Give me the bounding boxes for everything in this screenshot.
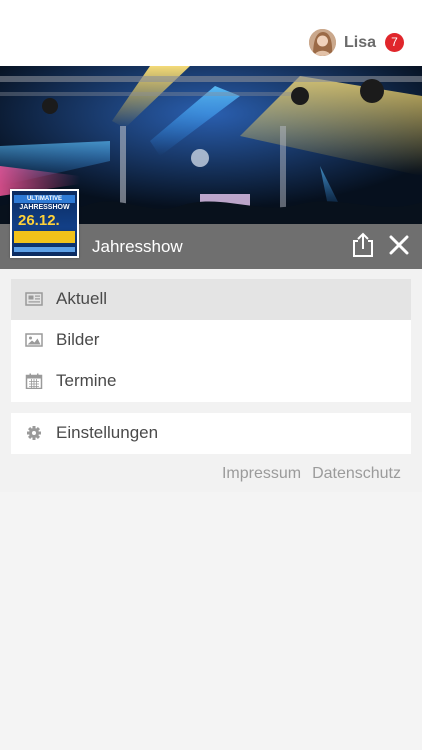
user-profile[interactable]: Lisa 7 bbox=[308, 29, 404, 56]
datenschutz-link[interactable]: Datenschutz bbox=[312, 465, 401, 483]
share-icon[interactable] bbox=[351, 232, 375, 258]
notification-badge[interactable]: 7 bbox=[385, 33, 404, 52]
menu-item-termine[interactable]: Termine bbox=[11, 361, 411, 402]
impressum-link[interactable]: Impressum bbox=[222, 465, 301, 483]
event-title: Jahresshow bbox=[92, 237, 183, 256]
poster-date: 26.12. bbox=[18, 212, 60, 229]
menu-item-bilder[interactable]: Bilder bbox=[11, 320, 411, 361]
footer-links: Impressum Datenschutz bbox=[211, 465, 401, 483]
event-menu: Aktuell Bilder Termine bbox=[11, 279, 411, 402]
menu-item-label: Termine bbox=[56, 371, 117, 390]
image-icon bbox=[25, 332, 43, 348]
top-bar: Lisa 7 bbox=[0, 0, 422, 66]
poster-line2: JAHRESSHOW bbox=[19, 204, 70, 211]
user-name[interactable]: Lisa bbox=[344, 34, 376, 52]
poster-footer-band bbox=[14, 247, 75, 252]
avatar[interactable] bbox=[308, 29, 336, 56]
newspaper-icon bbox=[25, 291, 43, 307]
event-poster-thumbnail[interactable]: ULTIMATIVE JAHRESSHOW 26.12. bbox=[10, 189, 79, 258]
content-area bbox=[0, 492, 422, 750]
poster-artwork: ULTIMATIVE JAHRESSHOW 26.12. bbox=[12, 191, 77, 256]
menu-item-label: Bilder bbox=[56, 330, 100, 349]
poster-band bbox=[14, 231, 75, 243]
gear-icon bbox=[25, 425, 43, 441]
menu-item-label: Aktuell bbox=[56, 289, 108, 308]
menu-item-einstellungen[interactable]: Einstellungen bbox=[11, 413, 411, 454]
settings-label: Einstellungen bbox=[56, 423, 159, 442]
close-icon[interactable] bbox=[389, 235, 409, 255]
calendar-icon bbox=[25, 373, 43, 390]
poster-line1: ULTIMATIVE bbox=[14, 195, 75, 203]
menu-item-aktuell[interactable]: Aktuell bbox=[11, 279, 411, 320]
